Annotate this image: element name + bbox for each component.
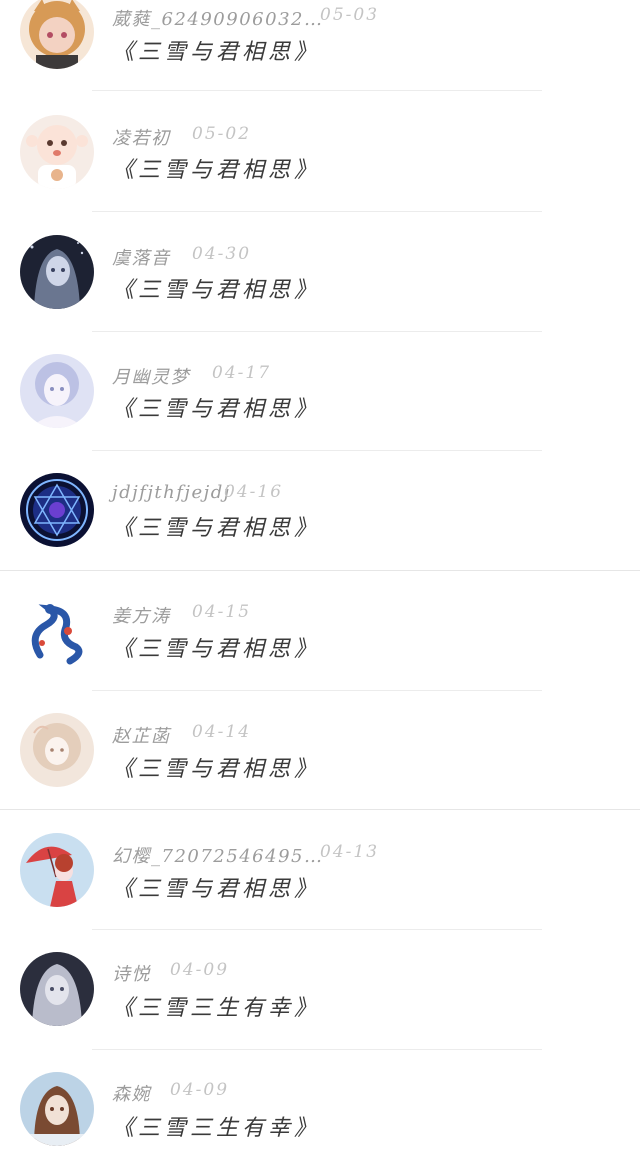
- comment-date: 04-15: [192, 602, 252, 622]
- user-avatar[interactable]: [20, 473, 94, 547]
- comment-meta: jdjfjthfjejdj 04-16: [112, 482, 281, 506]
- comment-list: 葳蕤_62490906032… 05-03 《三雪与君相思》 凌若初 05-02…: [0, 0, 640, 1154]
- divider: [92, 450, 542, 451]
- user-avatar[interactable]: [20, 833, 94, 907]
- brown-hair-girl-avatar-icon: [20, 1072, 94, 1146]
- list-item[interactable]: 月幽灵梦 04-17 《三雪与君相思》: [0, 331, 640, 451]
- comment-date: 04-09: [170, 960, 230, 980]
- comment-meta: 诗悦 04-09: [112, 960, 227, 985]
- user-avatar[interactable]: [20, 115, 94, 189]
- comment-date: 04-13: [320, 842, 380, 862]
- username[interactable]: 姜方涛: [112, 606, 171, 627]
- comment-meta: 凌若初 05-02: [112, 124, 249, 149]
- list-item[interactable]: 葳蕤_62490906032… 05-03 《三雪与君相思》: [0, 0, 640, 88]
- divider: [0, 570, 640, 571]
- comment-meta: 葳蕤_62490906032… 05-03: [112, 5, 377, 30]
- list-item[interactable]: 姜方涛 04-15 《三雪与君相思》: [0, 570, 640, 690]
- divider: [92, 90, 542, 91]
- anime-girl-night-avatar-icon: [20, 235, 94, 309]
- comment-date: 04-14: [192, 722, 252, 742]
- divider: [92, 331, 542, 332]
- comment-date: 04-30: [192, 244, 252, 264]
- user-avatar[interactable]: [20, 354, 94, 428]
- pastel-girl-avatar-icon: [20, 713, 94, 787]
- user-avatar[interactable]: [20, 713, 94, 787]
- comment-meta: 月幽灵梦 04-17: [112, 363, 269, 388]
- comment-title[interactable]: 《三雪与君相思》: [112, 510, 320, 541]
- magic-circle-avatar-icon: [20, 473, 94, 547]
- comment-meta: 姜方涛 04-15: [112, 602, 249, 627]
- comment-title[interactable]: 《三雪与君相思》: [112, 751, 320, 782]
- divider: [92, 211, 542, 212]
- comment-date: 04-16: [224, 482, 284, 502]
- ethereal-girl-avatar-icon: [20, 354, 94, 428]
- list-item[interactable]: 森婉 04-09 《三雪三生有幸》: [0, 1049, 640, 1169]
- girl-orange-hair-avatar-icon: [20, 0, 94, 69]
- comment-title[interactable]: 《三雪与君相思》: [112, 391, 320, 422]
- user-avatar[interactable]: [20, 595, 94, 669]
- user-avatar[interactable]: [20, 0, 94, 69]
- comment-meta: 赵芷菡 04-14: [112, 722, 249, 747]
- list-item[interactable]: jdjfjthfjejdj 04-16 《三雪与君相思》: [0, 450, 640, 570]
- username[interactable]: 葳蕤_62490906032…: [112, 9, 323, 30]
- divider: [92, 690, 542, 691]
- comment-title[interactable]: 《三雪三生有幸》: [112, 990, 320, 1021]
- comment-date: 05-03: [320, 5, 380, 25]
- username[interactable]: 森婉: [112, 1084, 151, 1105]
- username[interactable]: 月幽灵梦: [112, 367, 190, 388]
- comment-title[interactable]: 《三雪与君相思》: [112, 34, 320, 65]
- divider: [92, 929, 542, 930]
- username[interactable]: 幻樱_72072546495…: [112, 846, 323, 867]
- username[interactable]: 虞落音: [112, 248, 171, 269]
- blue-dragon-avatar-icon: [20, 595, 94, 669]
- list-item[interactable]: 诗悦 04-09 《三雪三生有幸》: [0, 929, 640, 1049]
- comment-date: 04-09: [170, 1080, 230, 1100]
- user-avatar[interactable]: [20, 1072, 94, 1146]
- comment-date: 05-02: [192, 124, 252, 144]
- divider: [0, 809, 640, 810]
- list-item[interactable]: 赵芷菡 04-14 《三雪与君相思》: [0, 690, 640, 810]
- username[interactable]: 赵芷菡: [112, 726, 171, 747]
- comment-title[interactable]: 《三雪与君相思》: [112, 152, 320, 183]
- comment-title[interactable]: 《三雪与君相思》: [112, 272, 320, 303]
- comment-title[interactable]: 《三雪与君相思》: [112, 871, 320, 902]
- divider: [92, 1049, 542, 1050]
- comment-title[interactable]: 《三雪与君相思》: [112, 631, 320, 662]
- cute-baby-avatar-icon: [20, 115, 94, 189]
- username[interactable]: 凌若初: [112, 128, 171, 149]
- comment-meta: 幻樱_72072546495… 04-13: [112, 842, 377, 867]
- comment-meta: 虞落音 04-30: [112, 244, 249, 269]
- comment-title[interactable]: 《三雪三生有幸》: [112, 1110, 320, 1141]
- username[interactable]: 诗悦: [112, 964, 151, 985]
- list-item[interactable]: 虞落音 04-30 《三雪与君相思》: [0, 211, 640, 331]
- red-umbrella-girl-avatar-icon: [20, 833, 94, 907]
- user-avatar[interactable]: [20, 235, 94, 309]
- user-avatar[interactable]: [20, 952, 94, 1026]
- comment-date: 04-17: [212, 363, 272, 383]
- username[interactable]: jdjfjthfjejdj: [112, 482, 231, 503]
- comment-meta: 森婉 04-09: [112, 1080, 227, 1105]
- silver-hair-girl-avatar-icon: [20, 952, 94, 1026]
- list-item[interactable]: 幻樱_72072546495… 04-13 《三雪与君相思》: [0, 809, 640, 929]
- list-item[interactable]: 凌若初 05-02 《三雪与君相思》: [0, 90, 640, 210]
